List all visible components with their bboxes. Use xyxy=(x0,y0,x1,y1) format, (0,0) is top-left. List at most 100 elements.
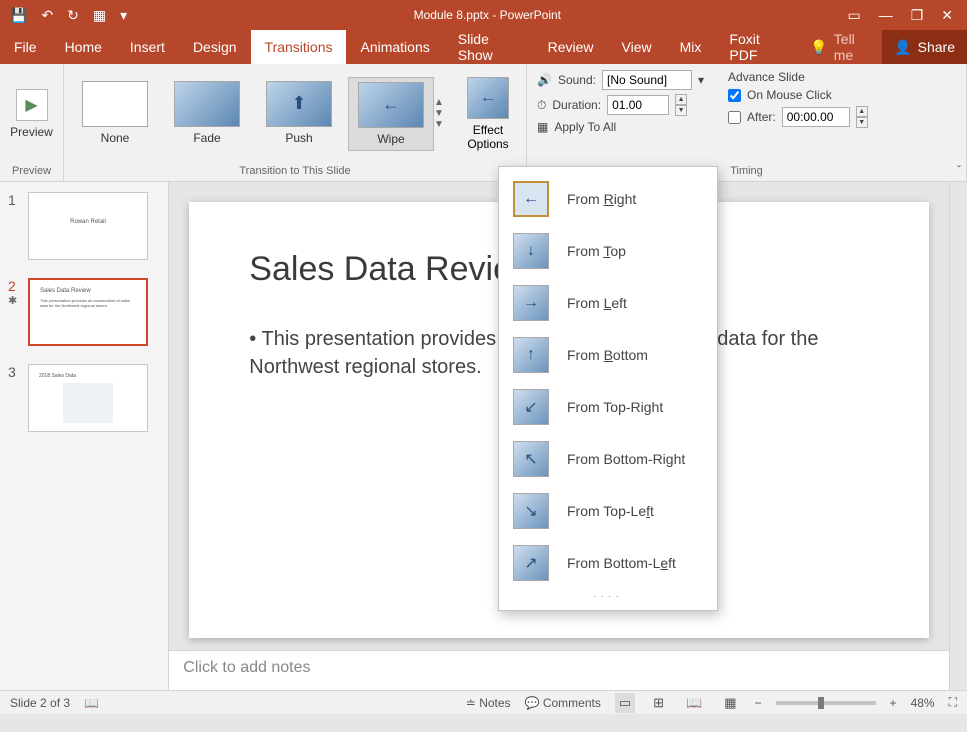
zoom-out-icon[interactable]: − xyxy=(755,696,762,710)
effect-label: From Right xyxy=(567,191,636,207)
effect-from-right[interactable]: ← From Right xyxy=(499,173,717,225)
tab-home[interactable]: Home xyxy=(51,30,116,64)
arrow-down-left-icon: ↙ xyxy=(513,389,549,425)
after-label: After: xyxy=(747,110,776,124)
duration-spinner[interactable]: ▲▼ xyxy=(675,94,687,116)
effect-from-top[interactable]: ↓ From Top xyxy=(499,225,717,277)
effect-label: From Left xyxy=(567,295,627,311)
tab-view[interactable]: View xyxy=(608,30,666,64)
start-from-beginning-icon[interactable]: ▦ xyxy=(93,7,106,24)
apply-all-icon: ▦ xyxy=(537,120,548,134)
menu-more-indicator: ···· xyxy=(499,589,717,604)
ribbon-display-options-icon[interactable]: ▭ xyxy=(847,7,860,24)
tell-me-label: Tell me xyxy=(834,31,870,63)
ribbon-tabs: File Home Insert Design Transitions Anim… xyxy=(0,30,967,64)
effect-label: From Top-Right xyxy=(567,399,663,415)
transition-fade-icon xyxy=(174,81,240,127)
tab-slideshow[interactable]: Slide Show xyxy=(444,30,534,64)
tab-animations[interactable]: Animations xyxy=(346,30,443,64)
slide-thumbnails-panel: 1 Rowan Retail 2 ✱ Sales Data Review Thi… xyxy=(0,182,169,690)
sound-label: Sound: xyxy=(558,73,596,87)
slide-thumb-1[interactable]: 1 Rowan Retail xyxy=(8,192,160,260)
normal-view-icon[interactable]: ▭ xyxy=(615,693,635,713)
collapse-ribbon-icon[interactable]: ˇ xyxy=(957,163,961,177)
transition-none[interactable]: None xyxy=(72,77,158,151)
tab-transitions[interactable]: Transitions xyxy=(251,30,347,64)
gallery-scroll[interactable]: ▲ ▼ ▼ xyxy=(434,97,450,130)
effect-label: From Bottom xyxy=(567,347,648,363)
workspace: 1 Rowan Retail 2 ✱ Sales Data Review Thi… xyxy=(0,182,967,690)
sound-dropdown-icon[interactable]: ▾ xyxy=(698,73,704,87)
notes-toggle[interactable]: ≐ Notes xyxy=(466,696,511,710)
effect-from-bottom-left[interactable]: ↗ From Bottom-Left xyxy=(499,537,717,589)
on-mouse-click-checkbox[interactable] xyxy=(728,89,741,102)
transition-gallery-group: None Fade ⬆ Push ← Wipe ▲ ▼ ▼ xyxy=(64,64,527,181)
on-mouse-click-label: On Mouse Click xyxy=(747,88,832,102)
effect-from-bottom-right[interactable]: ↖ From Bottom-Right xyxy=(499,433,717,485)
gallery-more-icon[interactable]: ▼ xyxy=(434,119,450,130)
tab-foxit-pdf[interactable]: Foxit PDF xyxy=(715,30,798,64)
tab-insert[interactable]: Insert xyxy=(116,30,179,64)
after-spinner[interactable]: ▲▼ xyxy=(856,106,868,128)
slide-sorter-view-icon[interactable]: ⊞ xyxy=(649,693,668,713)
undo-icon[interactable]: ↶ xyxy=(41,7,53,24)
duration-input[interactable] xyxy=(607,95,669,115)
comments-toggle[interactable]: 💬 Comments xyxy=(525,696,601,710)
share-button[interactable]: 👤 Share xyxy=(882,30,967,64)
gallery-down-icon[interactable]: ▼ xyxy=(434,108,450,119)
transition-none-label: None xyxy=(74,131,156,145)
arrow-up-right-icon: ↗ xyxy=(513,545,549,581)
transition-fade[interactable]: Fade xyxy=(164,77,250,151)
preview-group-label: Preview xyxy=(0,163,63,181)
slide-thumb-1-preview: Rowan Retail xyxy=(28,192,148,260)
advance-slide-label: Advance Slide xyxy=(728,70,868,84)
vertical-scrollbar[interactable] xyxy=(949,182,967,690)
effect-options-button[interactable]: ← Effect Options xyxy=(458,77,518,151)
apply-to-all-button[interactable]: Apply To All xyxy=(554,120,616,134)
slide-number: 2 xyxy=(8,278,22,294)
slide-thumb-3-preview: 2018 Sales Data xyxy=(28,364,148,432)
zoom-in-icon[interactable]: + xyxy=(890,696,897,710)
zoom-slider[interactable] xyxy=(776,701,876,705)
timing-group: 🔊 Sound: ▾ ⏱ Duration: ▲▼ ▦ Apply To All xyxy=(527,64,967,181)
after-checkbox[interactable] xyxy=(728,111,741,124)
slide-thumb-2[interactable]: 2 ✱ Sales Data Review This presentation … xyxy=(8,278,160,346)
tab-file[interactable]: File xyxy=(0,30,51,64)
transition-wipe[interactable]: ← Wipe xyxy=(348,77,434,151)
maximize-icon[interactable]: ❐ xyxy=(911,7,924,24)
notes-pane[interactable]: Click to add notes xyxy=(169,650,949,690)
effect-from-top-right[interactable]: ↙ From Top-Right xyxy=(499,381,717,433)
close-icon[interactable]: ✕ xyxy=(941,7,953,24)
slide-thumb-3[interactable]: 3 2018 Sales Data xyxy=(8,364,160,432)
tab-design[interactable]: Design xyxy=(179,30,251,64)
zoom-level[interactable]: 48% xyxy=(911,696,935,710)
redo-icon[interactable]: ↻ xyxy=(67,7,79,24)
share-label: Share xyxy=(918,39,955,55)
effect-label: From Top-Left xyxy=(567,503,654,519)
tab-review[interactable]: Review xyxy=(534,30,608,64)
effect-from-left[interactable]: → From Left xyxy=(499,277,717,329)
transition-wipe-label: Wipe xyxy=(351,132,431,146)
effect-from-top-left[interactable]: ↘ From Top-Left xyxy=(499,485,717,537)
effect-options-menu: ← From Right ↓ From Top → From Left ↑ Fr… xyxy=(498,166,718,611)
transition-wipe-icon: ← xyxy=(358,82,424,128)
tab-mix[interactable]: Mix xyxy=(666,30,716,64)
effect-options-icon: ← xyxy=(467,77,509,119)
slide-number: 3 xyxy=(8,364,22,380)
sound-select[interactable] xyxy=(602,70,692,90)
transition-group-label: Transition to This Slide xyxy=(64,163,526,181)
minimize-icon[interactable]: — xyxy=(879,7,893,24)
tell-me-search[interactable]: 💡 Tell me xyxy=(798,31,882,63)
ribbon: ▶ Preview Preview None Fade ⬆ Push xyxy=(0,64,967,182)
reading-view-icon[interactable]: 📖 xyxy=(682,693,706,713)
after-time-input[interactable] xyxy=(782,107,850,127)
transition-push[interactable]: ⬆ Push xyxy=(256,77,342,151)
slideshow-view-icon[interactable]: ▦ xyxy=(720,693,740,713)
qat-more-icon[interactable]: ▾ xyxy=(120,7,127,24)
spellcheck-icon[interactable]: 📖 xyxy=(84,696,99,710)
effect-from-bottom[interactable]: ↑ From Bottom xyxy=(499,329,717,381)
save-icon[interactable]: 💾 xyxy=(10,7,27,24)
gallery-up-icon[interactable]: ▲ xyxy=(434,97,450,108)
fit-to-window-icon[interactable]: ⛶ xyxy=(949,695,957,710)
preview-button[interactable]: ▶ Preview xyxy=(8,89,55,139)
